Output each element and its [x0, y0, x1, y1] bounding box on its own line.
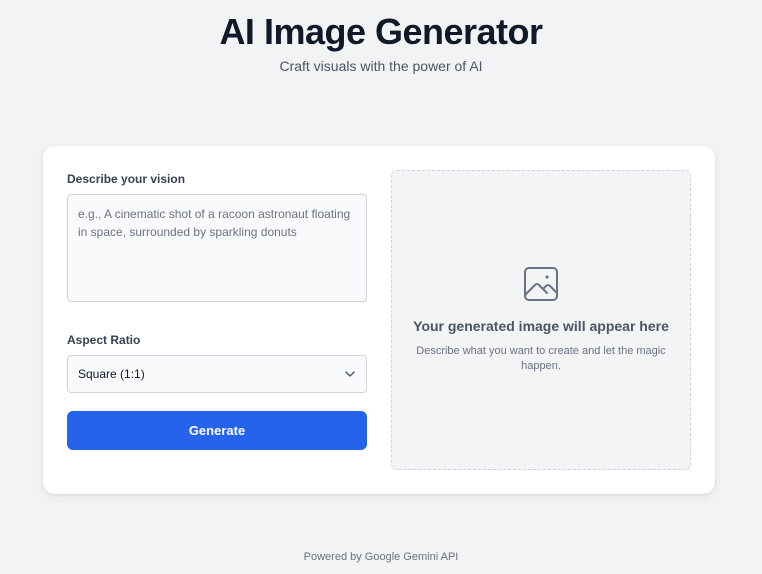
image-icon [523, 266, 559, 302]
footer-credit: Powered by Google Gemini API [303, 551, 459, 563]
prompt-textarea[interactable] [67, 194, 367, 302]
aspect-ratio-value: Square (1:1) [78, 367, 145, 381]
page-subtitle: Craft visuals with the power of AI [279, 58, 483, 74]
chevron-down-icon [344, 368, 356, 380]
prompt-label: Describe your vision [67, 172, 186, 186]
prompt-form: Describe your vision Aspect Ratio Square… [67, 172, 367, 450]
placeholder-title: Your generated image will appear here [413, 318, 669, 334]
generate-button[interactable]: Generate [67, 411, 367, 450]
page-header: AI Image Generator Craft visuals with th… [0, 10, 762, 74]
generator-card: Describe your vision Aspect Ratio Square… [43, 146, 715, 494]
placeholder-description: Describe what you want to create and let… [416, 345, 666, 372]
aspect-ratio-select[interactable]: Square (1:1) [67, 355, 367, 393]
page-title: AI Image Generator [219, 11, 543, 52]
image-preview-placeholder: Your generated image will appear here De… [391, 170, 691, 470]
aspect-ratio-label: Aspect Ratio [67, 333, 141, 347]
